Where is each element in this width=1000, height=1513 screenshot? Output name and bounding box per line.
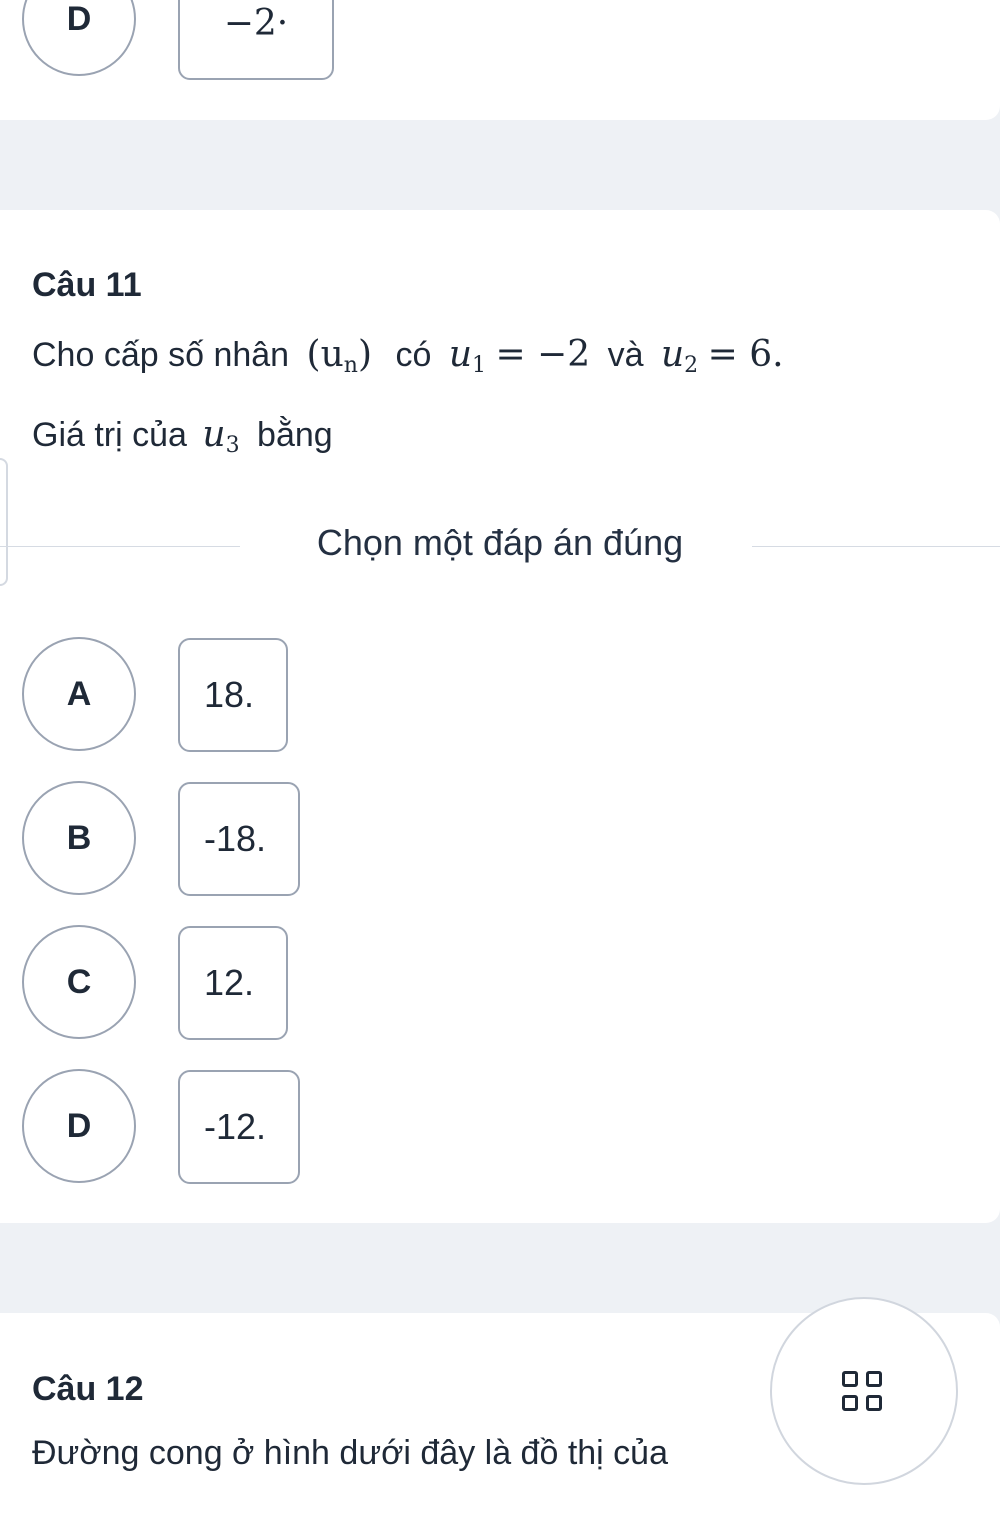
text-fragment: và <box>607 336 644 374</box>
sequence-symbol: (u <box>306 334 344 375</box>
option-value: -12. <box>204 1106 267 1147</box>
option-value: -18. <box>204 818 267 859</box>
u2-subscript: 2 <box>684 353 699 378</box>
question-text-line-1: Cho cấp số nhân (un) có u1 = −2 và u2 = … <box>32 334 784 378</box>
u2-expression: = 6. <box>707 334 784 375</box>
option-letter-c[interactable]: C <box>22 925 136 1039</box>
text-fragment: bằng <box>257 416 333 454</box>
text-fragment: có <box>395 336 432 374</box>
option-letter-b[interactable]: B <box>22 781 136 895</box>
previous-question-card: D −2· <box>0 0 1000 120</box>
option-answer-d[interactable]: -12. <box>178 1070 300 1184</box>
option-value: 12. <box>204 962 255 1003</box>
option-value: −2· <box>223 2 289 44</box>
question-text-line-2: Giá trị của u3 bằng <box>32 414 333 458</box>
instruction-text: Chọn một đáp án đúng <box>276 522 724 563</box>
text-fragment: Giá trị của <box>32 416 187 454</box>
option-answer-b[interactable]: -18. <box>178 782 300 896</box>
instruction-heading: Chọn một đáp án đúng <box>0 522 1000 564</box>
option-value: 18. <box>204 674 255 715</box>
option-answer-a[interactable]: 18. <box>178 638 288 752</box>
option-answer-d-prev[interactable]: −2· <box>178 0 334 80</box>
question-text: Đường cong ở hình dưới đây là đồ thị của <box>32 1434 668 1472</box>
question-title: Câu 11 <box>32 266 142 304</box>
u2-variable: u <box>660 334 685 375</box>
sequence-close: ) <box>357 334 372 375</box>
question-title: Câu 12 <box>32 1370 144 1408</box>
option-answer-c[interactable]: 12. <box>178 926 288 1040</box>
option-letter-d[interactable]: D <box>22 1069 136 1183</box>
sequence-subscript: n <box>343 353 358 378</box>
u3-variable: u <box>202 414 226 455</box>
text-fragment: Cho cấp số nhân <box>32 336 290 374</box>
sequence-open: (un) <box>306 334 372 378</box>
u1-variable: u <box>448 334 472 375</box>
u1-expression: = −2 <box>495 334 591 375</box>
grid-icon <box>842 1371 888 1417</box>
option-letter-d-prev[interactable]: D <box>22 0 136 76</box>
u1-subscript: 1 <box>472 353 486 378</box>
u3-subscript: 3 <box>225 433 240 458</box>
option-letter-a[interactable]: A <box>22 637 136 751</box>
